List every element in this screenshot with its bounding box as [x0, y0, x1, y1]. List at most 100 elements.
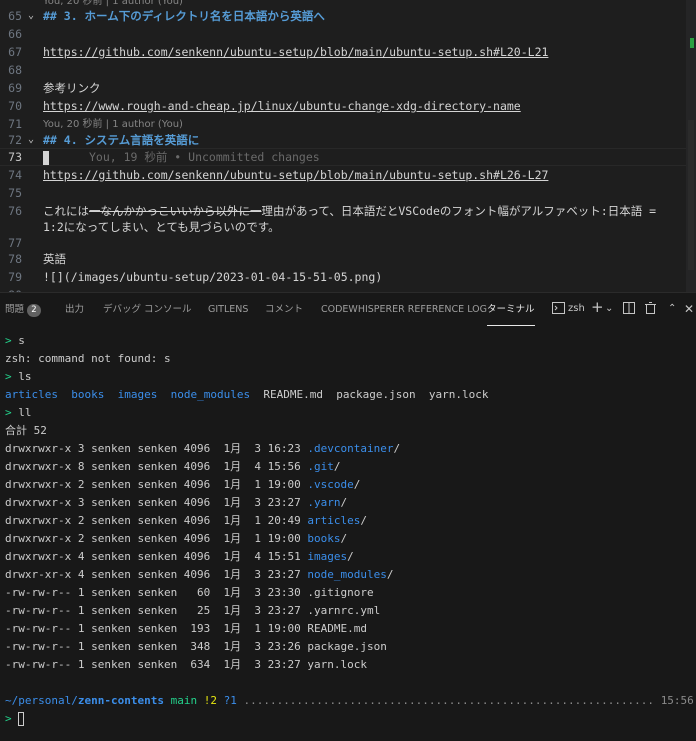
tab-codewhisperer-log[interactable]: CODEWHISPERER REFERENCE LOG [321, 293, 487, 327]
cwd-prefix: ~/personal/ [5, 694, 78, 707]
line-number: 65 [8, 9, 22, 23]
file-meta: drwxrwxr-x 3 senken senken 4096 1月 3 16:… [5, 442, 308, 455]
prompt-symbol: > [5, 712, 19, 725]
github-link[interactable]: https://github.com/senkenn/ubuntu-setup/… [43, 166, 548, 184]
line-number: 72 [8, 133, 22, 147]
file-meta: drwxrwxr-x 2 senken senken 4096 1月 1 19:… [5, 532, 308, 545]
editor-line-69[interactable]: 69 参考リンク [0, 79, 696, 97]
file-meta: drwxrwxr-x 8 senken senken 4096 1月 4 15:… [5, 460, 308, 473]
table-row: drwxrwxr-x 3 senken senken 4096 1月 3 16:… [5, 440, 400, 458]
tab-comments[interactable]: コメント [265, 293, 303, 327]
line-number: 74 [8, 168, 22, 182]
line-number: 73 [8, 150, 22, 164]
command-text: s [18, 334, 25, 347]
tab-terminal[interactable]: ターミナル [487, 293, 535, 326]
dir-name: .devcontainer [307, 442, 394, 455]
table-row: drwxrwxr-x 4 senken senken 4096 1月 4 15:… [5, 548, 354, 566]
file-meta: drwxr-xr-x 4 senken senken 4096 1月 3 23:… [5, 568, 308, 581]
text-span: 理由があって、日本語だとVSCodeのフォント幅がアルファベット:日本語 = [261, 204, 657, 218]
chevron-down-icon[interactable]: ⌄ [28, 131, 34, 149]
terminal-line: > ls [5, 368, 32, 386]
plus-icon[interactable]: + [591, 300, 604, 315]
editor-line-75[interactable]: 75 [0, 184, 696, 202]
scroll-thumb[interactable] [688, 120, 694, 270]
terminal-icon[interactable] [552, 302, 565, 317]
inline-blame: You, 19 秒前 • Uncommitted changes [89, 150, 320, 164]
editor-line-74[interactable]: 74 https://github.com/senkenn/ubuntu-set… [0, 166, 696, 184]
file-meta: -rw-rw-r-- 1 senken senken 348 1月 3 23:2… [5, 640, 308, 653]
tab-gitlens[interactable]: GITLENS [208, 293, 248, 327]
tab-debug-console[interactable]: デバッグ コンソール [103, 293, 192, 327]
dir-suffix: / [340, 496, 348, 509]
file-meta: -rw-rw-r-- 1 senken senken 60 1月 3 23:30 [5, 586, 308, 599]
git-branch: main [170, 694, 198, 707]
terminal-input-line[interactable]: > [5, 710, 25, 728]
file-meta: drwxrwxr-x 2 senken senken 4096 1月 1 19:… [5, 478, 308, 491]
editor-line-73[interactable]: 73 You, 19 秒前 • Uncommitted changes [0, 148, 696, 166]
problems-badge: 2 [27, 304, 42, 317]
table-row: -rw-rw-r-- 1 senken senken 25 1月 3 23:27… [5, 602, 380, 620]
editor-line-65[interactable]: 65 ⌄ ## 3. ホーム下のディレクトリ名を日本語から英語へ [0, 7, 696, 25]
terminal-line: articles books images node_modules READM… [5, 386, 489, 404]
table-row: -rw-rw-r-- 1 senken senken 348 1月 3 23:2… [5, 638, 387, 656]
editor-line-79[interactable]: 79 ![](/images/ubuntu-setup/2023-01-04-1… [0, 268, 696, 286]
table-row: drwxrwxr-x 2 senken senken 4096 1月 1 19:… [5, 530, 347, 548]
editor-line-72[interactable]: 72 ⌄ ## 4. システム言語を英語に [0, 131, 696, 149]
file-names: README.md package.json yarn.lock [263, 388, 489, 401]
text-cursor [43, 150, 49, 165]
dir-name: images [307, 550, 348, 563]
file-meta: drwxrwxr-x 4 senken senken 4096 1月 4 15:… [5, 550, 308, 563]
dir-suffix: / [353, 478, 361, 491]
editor-line-66[interactable]: 66 [0, 25, 696, 43]
split-icon[interactable] [623, 302, 635, 317]
file-name: README.md [307, 622, 368, 635]
repo-name: zenn-contents [77, 694, 164, 707]
dir-name: .yarn [307, 496, 341, 509]
prompt-time: 15:56:26 [660, 694, 696, 707]
editor-line-67[interactable]: 67 https://github.com/senkenn/ubuntu-set… [0, 43, 696, 61]
image-link[interactable]: ![](/images/ubuntu-setup/2023-01-04-15-5… [43, 268, 382, 286]
file-meta: drwxrwxr-x 2 senken senken 4096 1月 1 20:… [5, 514, 308, 527]
shell-name[interactable]: zsh [568, 302, 585, 316]
line-number: 66 [8, 27, 22, 41]
status-filler: ........................................… [243, 694, 655, 707]
editor-line-78[interactable]: 78 英語 [0, 250, 696, 268]
table-row: drwxrwxr-x 8 senken senken 4096 1月 4 15:… [5, 458, 341, 476]
text-span: これには [43, 204, 89, 218]
github-link[interactable]: https://github.com/senkenn/ubuntu-setup/… [43, 43, 548, 61]
tab-output[interactable]: 出力 [65, 293, 84, 327]
codelens-blame[interactable]: You, 20 秒前 | 1 author (You) [43, 118, 183, 132]
git-modified-count: !2 [203, 694, 217, 707]
paragraph-text: 参考リンク [43, 81, 101, 95]
editor[interactable]: You, 20 秒前 | 1 author (You) 65 ⌄ ## 3. ホ… [0, 0, 696, 292]
table-row: drwxrwxr-x 2 senken senken 4096 1月 1 19:… [5, 476, 360, 494]
table-row: -rw-rw-r-- 1 senken senken 60 1月 3 23:30… [5, 584, 374, 602]
editor-line-70[interactable]: 70 https://www.rough-and-cheap.jp/linux/… [0, 97, 696, 115]
terminal-output[interactable]: > s zsh: command not found: s > ls artic… [0, 327, 696, 741]
dir-suffix: / [386, 568, 394, 581]
dir-name: .vscode [307, 478, 354, 491]
prompt-symbol: > [5, 370, 19, 383]
command-text: ls [18, 370, 32, 383]
trash-icon[interactable] [645, 302, 656, 317]
prompt-symbol: > [5, 334, 19, 347]
line-number: 70 [8, 99, 22, 113]
close-icon[interactable]: ✕ [684, 302, 694, 316]
dir-name: books [71, 388, 105, 401]
strikethrough-text: 一なんかかっこいいから以外に一 [89, 204, 262, 218]
chevron-down-icon[interactable]: ⌄ [28, 7, 34, 25]
tab-problems[interactable]: 問題 2 [5, 293, 42, 327]
line-number: 68 [8, 63, 22, 77]
dir-suffix: / [393, 442, 401, 455]
editor-line-68[interactable]: 68 [0, 61, 696, 79]
chevron-up-icon[interactable]: ⌃ [668, 302, 676, 316]
dir-suffix: / [360, 514, 368, 527]
reference-link[interactable]: https://www.rough-and-cheap.jp/linux/ubu… [43, 97, 521, 115]
file-meta: -rw-rw-r-- 1 senken senken 25 1月 3 23:27 [5, 604, 308, 617]
editor-scrollbar[interactable] [686, 0, 696, 292]
terminal-cursor [18, 712, 25, 726]
command-text: ll [18, 406, 32, 419]
file-name: .yarnrc.yml [307, 604, 381, 617]
heading-text: ## 4. システム言語を英語に [43, 133, 200, 147]
chevron-down-icon[interactable]: ⌄ [605, 302, 613, 316]
